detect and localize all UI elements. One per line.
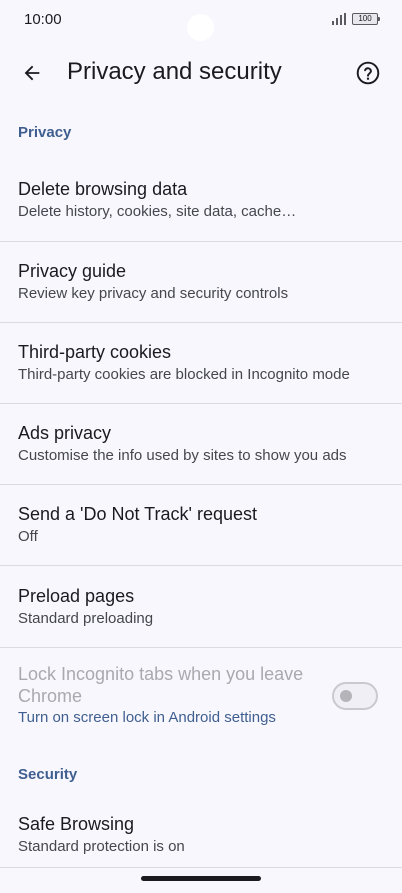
list-item-subtitle: Review key privacy and security controls <box>18 285 289 302</box>
ads-privacy-item[interactable]: Ads privacy Customise the info used by s… <box>0 404 402 485</box>
lock-incognito-toggle[interactable] <box>332 682 378 710</box>
page-title: Privacy and security <box>67 58 282 85</box>
section-header-privacy: Privacy <box>18 124 72 141</box>
toggle-knob <box>340 690 352 702</box>
list-item-subtitle: Delete history, cookies, site data, cach… <box>18 202 297 220</box>
list-item-subtitle: Third-party cookies are blocked in Incog… <box>18 366 350 383</box>
list-item-title: Preload pages <box>18 585 135 606</box>
list-item-title: Delete browsing data <box>18 178 188 199</box>
signal-bars-icon <box>332 13 346 25</box>
lock-incognito-tabs-item: Lock Incognito tabs when you leave Chrom… <box>0 648 402 744</box>
gesture-nav-handle[interactable] <box>141 876 261 881</box>
app-bar: Privacy and security <box>0 48 402 98</box>
arrow-back-icon <box>24 65 40 81</box>
screen-lock-settings-link[interactable]: Turn on screen lock in Android settings <box>18 707 312 729</box>
privacy-guide-item[interactable]: Privacy guide Review key privacy and sec… <box>0 242 402 323</box>
camera-cutout <box>187 14 214 41</box>
list-item-title: Lock Incognito tabs when you leave Chrom… <box>18 664 304 706</box>
list-item-title: Privacy guide <box>18 261 127 281</box>
settings-list: Privacy Delete browsing data Delete hist… <box>0 108 402 868</box>
list-item-subtitle: Customise the info used by sites to show… <box>18 447 347 464</box>
list-item-title: Third-party cookies <box>18 342 172 362</box>
third-party-cookies-item[interactable]: Third-party cookies Third-party cookies … <box>0 323 402 404</box>
list-item-title: Ads privacy <box>18 423 112 443</box>
help-circle-icon <box>356 61 380 85</box>
delete-browsing-data-item[interactable]: Delete browsing data Delete history, coo… <box>0 158 402 242</box>
status-icons: 100 <box>332 13 380 25</box>
battery-level: 100 <box>358 14 372 23</box>
battery-icon: 100 <box>352 13 380 25</box>
section-header-security: Security <box>18 766 78 783</box>
status-time: 10:00 <box>24 11 62 28</box>
list-item-subtitle: Standard protection is on <box>18 837 185 855</box>
safe-browsing-item[interactable]: Safe Browsing Standard protection is on <box>0 802 402 868</box>
list-item-subtitle: Standard preloading <box>18 609 154 627</box>
list-item-subtitle: Off <box>18 528 38 545</box>
do-not-track-item[interactable]: Send a 'Do Not Track' request Off <box>0 485 402 566</box>
preload-pages-item[interactable]: Preload pages Standard preloading <box>0 566 402 647</box>
help-button[interactable] <box>348 53 388 93</box>
back-button[interactable] <box>12 53 52 93</box>
list-item-title: Send a 'Do Not Track' request <box>18 504 257 524</box>
list-item-title: Safe Browsing <box>18 813 135 834</box>
